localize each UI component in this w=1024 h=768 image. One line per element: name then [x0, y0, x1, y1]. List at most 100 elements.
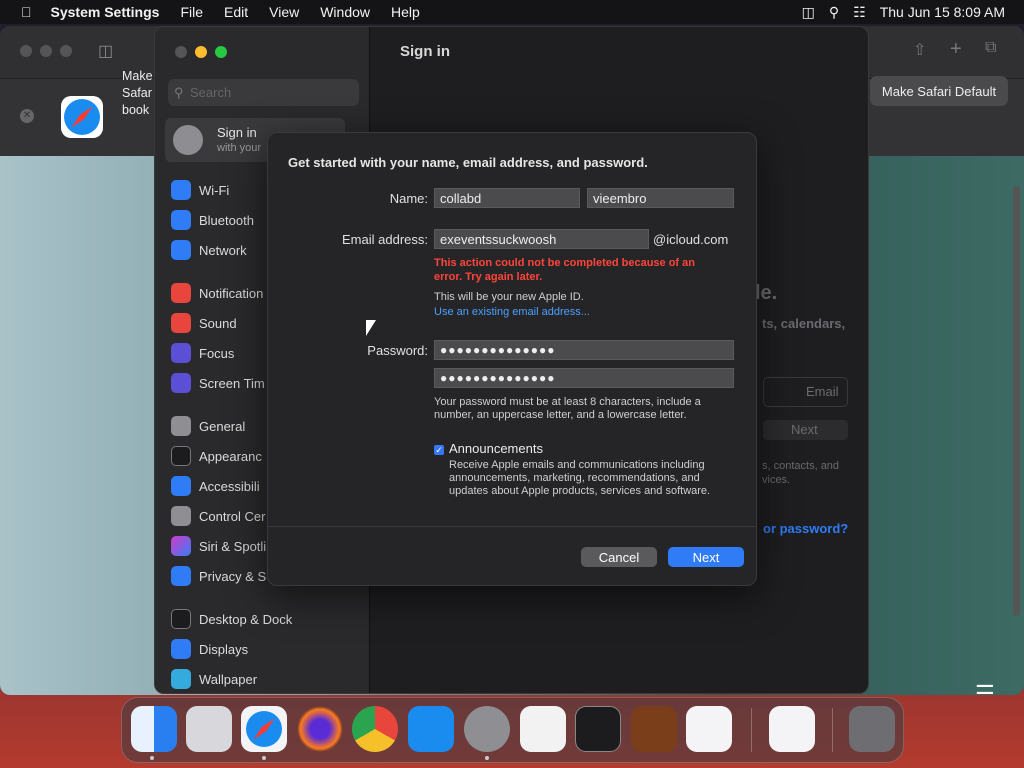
safari-minimize-button[interactable]: [40, 45, 52, 57]
share-icon[interactable]: ⇧: [913, 40, 926, 60]
sidebar-item-general[interactable]: General: [171, 415, 245, 437]
textedit-icon[interactable]: [520, 706, 566, 752]
panel-heading-fragment: le.: [755, 282, 778, 304]
menu-edit[interactable]: Edit: [224, 4, 248, 20]
safari-zoom-button[interactable]: [60, 45, 72, 57]
avatar-icon: [173, 125, 203, 155]
globe-icon: [171, 240, 191, 260]
sidebar-item-siri[interactable]: Siri & Spotli: [171, 535, 266, 557]
control-center-icon[interactable]: ☷: [853, 4, 866, 21]
control-center-icon: [171, 506, 191, 526]
hand-icon: [171, 566, 191, 586]
dock-separator-2: [832, 708, 833, 752]
search-input[interactable]: ⚲ Search: [168, 79, 359, 106]
visual-studio-icon[interactable]: [769, 706, 815, 752]
sidebar-item-screen-time[interactable]: Screen Tim: [171, 372, 265, 394]
make-safari-default-button[interactable]: Make Safari Default: [870, 76, 1008, 106]
menu-file[interactable]: File: [180, 4, 203, 20]
sidebar-item-wallpaper[interactable]: Wallpaper: [171, 668, 257, 690]
apple-id-hint: This will be your new Apple ID.: [434, 291, 584, 303]
clock[interactable]: Thu Jun 15 8:09 AM: [880, 4, 1005, 20]
first-name-field[interactable]: [434, 188, 580, 208]
announcements-label[interactable]: Announcements: [449, 441, 543, 456]
password-field[interactable]: ●●●●●●●●●●●●●●: [434, 340, 734, 360]
email-field[interactable]: [434, 229, 649, 249]
menu-window[interactable]: Window: [320, 4, 370, 20]
panel-text-fragment: ts, calendars,: [762, 316, 846, 331]
sidebar-toggle-icon[interactable]: ◫: [98, 41, 113, 61]
sidebar-item-sound[interactable]: Sound: [171, 312, 237, 334]
email-domain-suffix: @icloud.com: [653, 232, 729, 247]
use-existing-email-link[interactable]: Use an existing email address...: [434, 306, 590, 318]
sidebar-item-displays[interactable]: Displays: [171, 638, 248, 660]
bluetooth-icon: [171, 210, 191, 230]
stage-manager-icon[interactable]: ◫: [802, 4, 815, 21]
banner-text: Make Safar book: [122, 69, 153, 117]
tab-overview-icon[interactable]: ⧉: [985, 39, 996, 57]
panel-text-fragment-2: s, contacts, and: [762, 460, 840, 472]
panel-next-button[interactable]: Next: [763, 420, 848, 440]
announcements-description: Receive Apple emails and communications …: [449, 459, 711, 497]
spotlight-icon[interactable]: ⚲: [829, 4, 839, 21]
menu-help[interactable]: Help: [391, 4, 420, 20]
sidebar-item-wifi[interactable]: Wi-Fi: [171, 179, 229, 201]
settings-running-indicator: [485, 756, 489, 760]
system-settings-icon[interactable]: [464, 706, 510, 752]
sidebar-item-control-center[interactable]: Control Cer: [171, 505, 265, 527]
forgot-password-link[interactable]: or password?: [763, 521, 848, 536]
moon-icon: [171, 343, 191, 363]
verify-password-field[interactable]: ●●●●●●●●●●●●●●: [434, 368, 734, 388]
vscode-icon[interactable]: [686, 706, 732, 752]
announcements-checkbox[interactable]: ✓: [434, 445, 444, 455]
last-name-field[interactable]: [587, 188, 734, 208]
safari-compass-icon: [61, 96, 103, 138]
accessibility-icon: [171, 476, 191, 496]
sidebar-item-privacy[interactable]: Privacy & S: [171, 565, 266, 587]
safari-close-button[interactable]: [20, 45, 32, 57]
sidebar-item-focus[interactable]: Focus: [171, 342, 234, 364]
chrome-icon[interactable]: [352, 706, 398, 752]
siri-icon: [171, 536, 191, 556]
garageband-icon[interactable]: [631, 706, 677, 752]
sidebar-item-accessibility[interactable]: Accessibili: [171, 475, 260, 497]
apple-menu-icon[interactable]: : [21, 4, 32, 20]
app-menu[interactable]: System Settings: [51, 4, 160, 20]
close-banner-icon[interactable]: ✕: [20, 109, 34, 123]
page-title: Sign in: [400, 43, 450, 60]
menu-view[interactable]: View: [269, 4, 299, 20]
zoom-button[interactable]: [215, 46, 227, 58]
scrollbar[interactable]: [1013, 186, 1020, 616]
terminal-icon[interactable]: [575, 706, 621, 752]
wifi-icon: [171, 180, 191, 200]
create-apple-id-dialog: Get started with your name, email addres…: [267, 132, 757, 586]
search-icon: ⚲: [174, 85, 184, 100]
panel-text-fragment-3: vices.: [762, 474, 791, 486]
sidebar-item-bluetooth[interactable]: Bluetooth: [171, 209, 254, 231]
sidebar-item-network[interactable]: Network: [171, 239, 247, 261]
display-icon: [171, 639, 191, 659]
new-tab-icon[interactable]: +: [950, 38, 962, 61]
sliders-icon[interactable]: ☰: [975, 681, 1001, 695]
error-message: This action could not be completed becau…: [434, 257, 695, 283]
name-label: Name:: [389, 191, 428, 206]
minimize-button[interactable]: [195, 46, 207, 58]
mouse-pointer: [366, 320, 376, 336]
app-store-icon[interactable]: [408, 706, 454, 752]
sidebar-item-notifications[interactable]: Notification: [171, 282, 263, 304]
appearance-icon: [171, 446, 191, 466]
dialog-title: Get started with your name, email addres…: [288, 155, 648, 170]
sidebar-item-appearance[interactable]: Appearanc: [171, 445, 262, 467]
sidebar-item-desktop-dock[interactable]: Desktop & Dock: [171, 608, 292, 630]
next-button[interactable]: Next: [668, 547, 744, 567]
firefox-icon[interactable]: [297, 706, 343, 752]
password-requirements-hint: Your password must be at least 8 charact…: [434, 396, 701, 421]
close-button[interactable]: [175, 46, 187, 58]
dialog-divider: [268, 526, 756, 527]
finder-icon[interactable]: [131, 706, 177, 752]
cancel-button[interactable]: Cancel: [581, 547, 657, 567]
launchpad-icon[interactable]: [186, 706, 232, 752]
panel-email-field[interactable]: Email: [763, 377, 848, 407]
trash-icon[interactable]: [849, 706, 895, 752]
safari-icon[interactable]: [241, 706, 287, 752]
speaker-icon: [171, 313, 191, 333]
